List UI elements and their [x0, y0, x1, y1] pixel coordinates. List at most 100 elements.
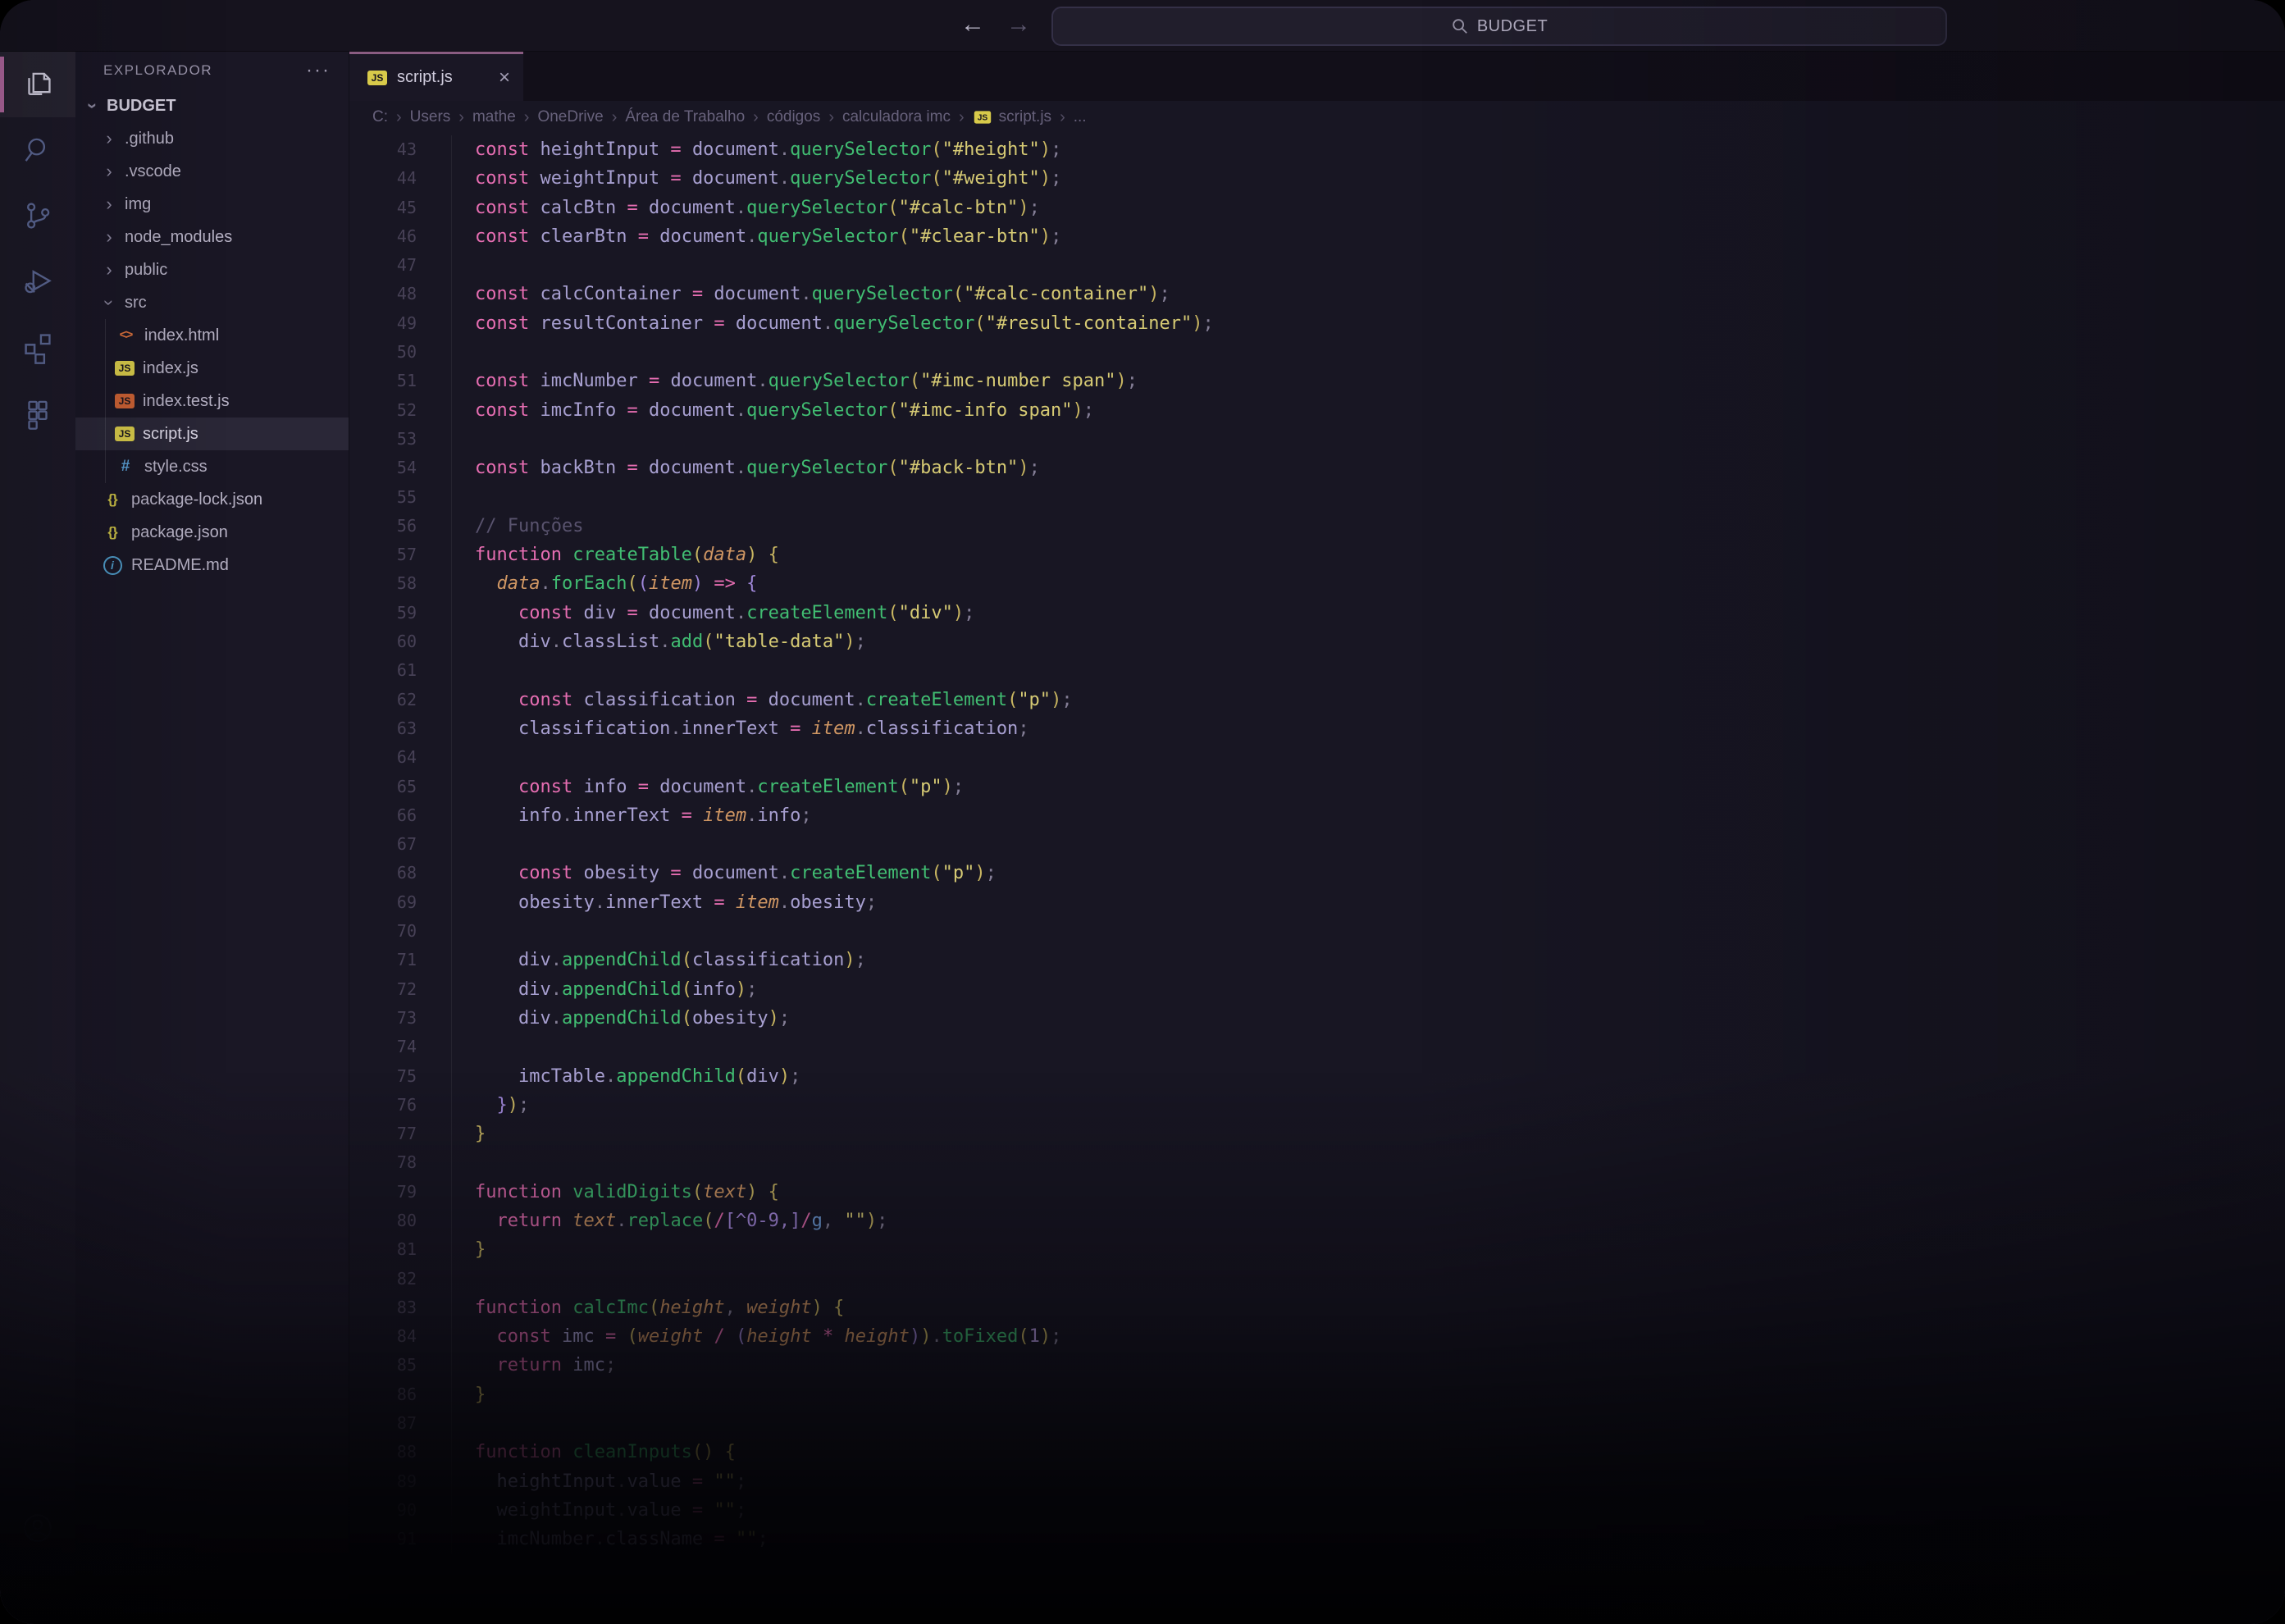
- run-debug-icon[interactable]: [0, 249, 75, 314]
- code-line[interactable]: 62 const classification = document.creat…: [349, 686, 2285, 714]
- code-line[interactable]: 90 weightInput.value = "";: [349, 1496, 2285, 1525]
- forward-icon[interactable]: →: [1004, 8, 1033, 41]
- line-text: [451, 1033, 475, 1061]
- code-line[interactable]: 77}: [349, 1120, 2285, 1148]
- code-line[interactable]: 55: [349, 483, 2285, 512]
- code-line[interactable]: 84 const imc = (weight / (height * heigh…: [349, 1322, 2285, 1351]
- line-number: 89: [349, 1467, 451, 1496]
- breadcrumb-item[interactable]: mathe: [472, 108, 516, 126]
- code-line[interactable]: 67: [349, 830, 2285, 859]
- line-text: // Funções: [451, 512, 583, 541]
- tree-item-package-lock-json[interactable]: {}package-lock.json: [75, 483, 349, 516]
- code-editor[interactable]: 43const heightInput = document.querySele…: [349, 134, 2285, 1624]
- code-line[interactable]: 79function validDigits(text) {: [349, 1178, 2285, 1207]
- code-line[interactable]: 48const calcContainer = document.querySe…: [349, 280, 2285, 308]
- code-line[interactable]: 51const imcNumber = document.querySelect…: [349, 367, 2285, 395]
- code-line[interactable]: 50: [349, 338, 2285, 367]
- js-file-icon: JS: [974, 111, 990, 123]
- tree-item--github[interactable]: ›.github: [75, 122, 349, 155]
- line-text: div.classList.add("table-data");: [451, 627, 866, 656]
- tree-item-index-test-js[interactable]: JSindex.test.js: [75, 385, 349, 417]
- code-line[interactable]: 78: [349, 1148, 2285, 1177]
- source-control-icon[interactable]: [0, 183, 75, 249]
- code-line[interactable]: 45const calcBtn = document.querySelector…: [349, 194, 2285, 222]
- close-icon[interactable]: ×: [499, 68, 510, 88]
- code-line[interactable]: 63 classification.innerText = item.class…: [349, 714, 2285, 743]
- code-line[interactable]: 60 div.classList.add("table-data");: [349, 627, 2285, 656]
- code-line[interactable]: 88function cleanInputs() {: [349, 1438, 2285, 1467]
- code-line[interactable]: 66 info.innerText = item.info;: [349, 801, 2285, 830]
- tree-item--vscode[interactable]: ›.vscode: [75, 155, 349, 188]
- back-icon[interactable]: ←: [958, 8, 987, 41]
- code-line[interactable]: 47: [349, 251, 2285, 280]
- tree-item-img[interactable]: ›img: [75, 188, 349, 221]
- code-line[interactable]: 53: [349, 425, 2285, 454]
- command-center-search[interactable]: BUDGET: [1051, 7, 1947, 46]
- breadcrumb-item[interactable]: Área de Trabalho: [625, 108, 745, 126]
- line-text: const weightInput = document.querySelect…: [451, 164, 1061, 193]
- code-line[interactable]: 43const heightInput = document.querySele…: [349, 135, 2285, 164]
- code-line[interactable]: 76 });: [349, 1091, 2285, 1120]
- code-line[interactable]: 74: [349, 1033, 2285, 1061]
- breadcrumb-item[interactable]: JSscript.js: [973, 108, 1051, 126]
- chevron-right-icon: ›: [102, 161, 116, 182]
- breadcrumb-item[interactable]: Users: [410, 108, 451, 126]
- code-line[interactable]: 54const backBtn = document.querySelector…: [349, 454, 2285, 482]
- code-line[interactable]: 44const weightInput = document.querySele…: [349, 164, 2285, 193]
- code-line[interactable]: 65 const info = document.createElement("…: [349, 773, 2285, 801]
- code-line[interactable]: 58 data.forEach((item) => {: [349, 569, 2285, 598]
- code-line[interactable]: 91 imcNumber.className = "";: [349, 1525, 2285, 1553]
- breadcrumb-item[interactable]: códigos: [767, 108, 821, 126]
- code-line[interactable]: 70: [349, 917, 2285, 946]
- extensions-icon[interactable]: [0, 314, 75, 380]
- sidebar-actions-icon[interactable]: ···: [306, 66, 331, 75]
- grid-extension-icon[interactable]: [0, 380, 75, 445]
- code-line[interactable]: 86}: [349, 1380, 2285, 1409]
- account-icon[interactable]: [0, 1495, 75, 1561]
- line-number: 43: [349, 135, 451, 164]
- explorer-icon[interactable]: [0, 52, 75, 117]
- tree-item-script-js[interactable]: JSscript.js: [75, 417, 349, 450]
- code-line[interactable]: 82: [349, 1265, 2285, 1293]
- tree-item-package-json[interactable]: {}package.json: [75, 516, 349, 549]
- code-line[interactable]: 49const resultContainer = document.query…: [349, 309, 2285, 338]
- tree-item-label: public: [125, 261, 167, 280]
- code-line[interactable]: 81}: [349, 1235, 2285, 1264]
- breadcrumb-item[interactable]: ...: [1074, 108, 1087, 126]
- tree-item-style-css[interactable]: #style.css: [75, 450, 349, 483]
- tree-item-public[interactable]: ›public: [75, 253, 349, 286]
- code-line[interactable]: 52const imcInfo = document.querySelector…: [349, 396, 2285, 425]
- breadcrumb-separator-icon: ›: [1060, 108, 1065, 127]
- tree-item-readme-md[interactable]: iREADME.md: [75, 549, 349, 582]
- code-line[interactable]: 64: [349, 743, 2285, 772]
- code-line[interactable]: 72 div.appendChild(info);: [349, 975, 2285, 1004]
- code-line[interactable]: 85 return imc;: [349, 1351, 2285, 1380]
- breadcrumb-item[interactable]: C:: [372, 108, 388, 126]
- tree-item-index-js[interactable]: JSindex.js: [75, 352, 349, 385]
- code-line[interactable]: 68 const obesity = document.createElemen…: [349, 859, 2285, 887]
- code-line[interactable]: 69 obesity.innerText = item.obesity;: [349, 888, 2285, 917]
- line-text: info.innerText = item.info;: [451, 801, 812, 830]
- tree-item-node-modules[interactable]: ›node_modules: [75, 221, 349, 253]
- search-sidebar-icon[interactable]: [0, 117, 75, 183]
- code-line[interactable]: 59 const div = document.createElement("d…: [349, 599, 2285, 627]
- code-line[interactable]: 87: [349, 1409, 2285, 1438]
- workspace-root[interactable]: › BUDGET: [75, 89, 349, 122]
- code-line[interactable]: 46const clearBtn = document.querySelecto…: [349, 222, 2285, 251]
- code-line[interactable]: 83function calcImc(height, weight) {: [349, 1293, 2285, 1322]
- breadcrumb-item[interactable]: OneDrive: [537, 108, 603, 126]
- code-line[interactable]: 80 return text.replace(/[^0-9,]/g, "");: [349, 1207, 2285, 1235]
- breadcrumb-item[interactable]: calculadora imc: [842, 108, 951, 126]
- code-line[interactable]: 75 imcTable.appendChild(div);: [349, 1062, 2285, 1091]
- code-line[interactable]: 71 div.appendChild(classification);: [349, 946, 2285, 974]
- code-line[interactable]: 56// Funções: [349, 512, 2285, 541]
- code-line[interactable]: 73 div.appendChild(obesity);: [349, 1004, 2285, 1033]
- code-line[interactable]: 61: [349, 656, 2285, 685]
- code-line[interactable]: 57function createTable(data) {: [349, 541, 2285, 569]
- tab-script-js[interactable]: JS script.js ×: [349, 52, 523, 101]
- breadcrumb-separator-icon: ›: [524, 108, 530, 127]
- code-line[interactable]: 89 heightInput.value = "";: [349, 1467, 2285, 1496]
- tree-item-index-html[interactable]: <>index.html: [75, 319, 349, 352]
- line-text: const calcContainer = document.querySele…: [451, 280, 1170, 308]
- tree-item-src[interactable]: ›src: [75, 286, 349, 319]
